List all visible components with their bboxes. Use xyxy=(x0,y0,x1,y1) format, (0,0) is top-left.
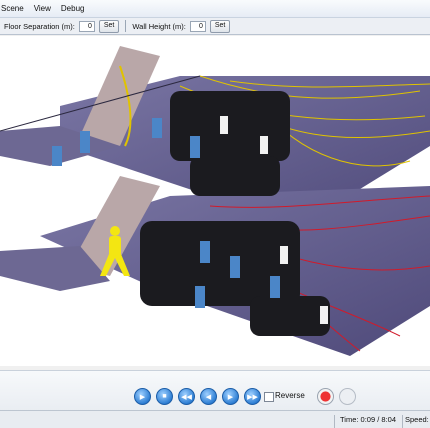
floor-separation-input[interactable]: 0 xyxy=(78,20,95,32)
rewind-button[interactable]: ◀◀ xyxy=(178,388,195,405)
status-divider xyxy=(334,415,335,428)
time-readout: Time: 0:09 / 8:04 xyxy=(340,415,397,424)
stop-icon: ■ xyxy=(162,393,167,400)
simulation-viewport[interactable] xyxy=(0,36,430,366)
step-forward-button[interactable]: ▶ xyxy=(222,388,239,405)
status-bar: Time: 0:09 / 8:04 Speed: xyxy=(0,410,430,428)
floor-separation-label: Floor Separation (m): xyxy=(4,21,75,31)
toolbar: Floor Separation (m): 0 Set Wall Height … xyxy=(0,18,430,35)
wall-height-label: Wall Height (m): xyxy=(132,21,186,31)
record-button[interactable] xyxy=(317,388,334,405)
reverse-checkbox[interactable] xyxy=(264,392,274,402)
step-back-button[interactable]: ◀ xyxy=(200,388,217,405)
menu-debug[interactable]: Debug xyxy=(56,4,90,13)
toolbar-separator xyxy=(125,20,127,32)
menu-view[interactable]: View xyxy=(29,4,56,13)
step-forward-icon: ▶ xyxy=(227,393,234,401)
wall-height-set-button[interactable]: Set xyxy=(209,19,231,33)
floor-separation-set-button[interactable]: Set xyxy=(98,19,120,33)
play-button[interactable]: ▶ xyxy=(134,388,151,405)
step-back-icon: ◀ xyxy=(205,393,212,401)
menu-scene[interactable]: Scene xyxy=(0,4,29,13)
status-divider xyxy=(402,415,403,428)
stop-button[interactable]: ■ xyxy=(156,388,173,405)
menu-bar: Scene View Debug xyxy=(0,0,430,18)
playback-controls: ▶ ■ ◀◀ ◀ ▶ ▶▶ Reverse xyxy=(0,370,430,411)
fast-forward-button[interactable]: ▶▶ xyxy=(244,388,261,405)
record-secondary-button[interactable] xyxy=(339,388,356,405)
crowd-scene xyxy=(0,46,430,356)
speed-readout: Speed: xyxy=(405,415,429,424)
reverse-label: Reverse xyxy=(275,391,305,400)
fast-forward-icon: ▶▶ xyxy=(247,393,258,401)
wall-height-input[interactable]: 0 xyxy=(189,20,206,32)
rewind-icon: ◀◀ xyxy=(181,393,192,401)
play-icon: ▶ xyxy=(139,393,146,401)
